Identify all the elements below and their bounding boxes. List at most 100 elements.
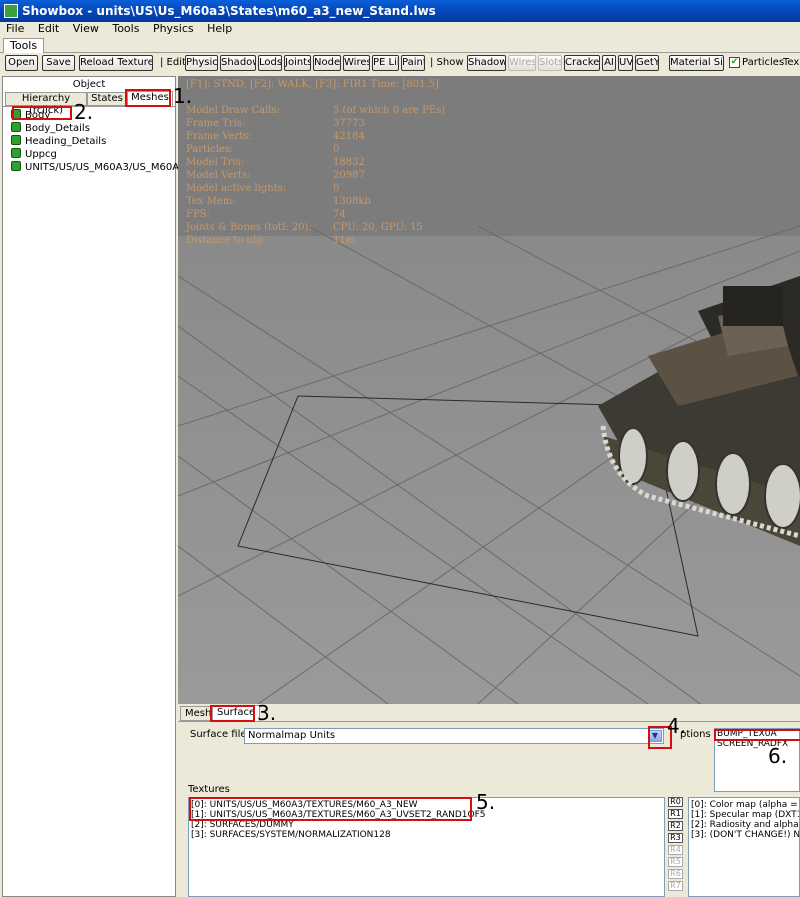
annotation-1: 1. xyxy=(173,84,193,108)
r4-button[interactable]: R4 xyxy=(668,845,683,855)
stat-label: FPS: xyxy=(186,209,210,220)
texture-description: [2]: Radiosity and alpha tes xyxy=(691,820,799,830)
surface-file-value: Normalmap Units xyxy=(248,730,336,741)
mesh-icon xyxy=(11,109,21,119)
ai-button[interactable]: AI xyxy=(602,55,616,71)
stat-value: 42184 xyxy=(333,131,365,142)
mesh-item-units-path[interactable]: UNITS/US/US_M60A3/US_M60A3_T xyxy=(11,161,197,174)
stat-label: Model active lights: xyxy=(186,183,287,194)
stat-label: Frame Verts: xyxy=(186,131,252,142)
toolbar: Open Save Reload Textures | Edit Physic s… xyxy=(0,53,800,73)
open-button[interactable]: Open xyxy=(5,55,38,71)
tab-mesh[interactable]: Mesh xyxy=(180,706,217,721)
mesh-label: UNITS/US/US_M60A3/US_M60A3_T xyxy=(25,162,197,173)
stat-label: Distance to obj: xyxy=(186,235,266,246)
texture-item[interactable]: [3]: SURFACES/SYSTEM/NORMALIZATION128 xyxy=(189,830,664,840)
annotation-2: 2. xyxy=(74,100,94,124)
mesh-item-uppcg[interactable]: Uppcg xyxy=(11,148,57,161)
texture-item[interactable]: [0]: UNITS/US/US_M60A3/TEXTURES/M60_A3_N… xyxy=(189,800,664,810)
stat-label: Model Tris: xyxy=(186,157,245,168)
shadows-button[interactable]: Shadows xyxy=(467,55,506,71)
pe-lib-button[interactable]: PE Lib xyxy=(372,55,399,71)
stat-value: 74 xyxy=(333,209,346,220)
stats-header: [F1]: STND, [F2]: WALK, [F3]: FIR1 Time:… xyxy=(186,79,439,90)
annotation-4: 4. xyxy=(667,714,687,738)
texture-item[interactable]: [2]: SURFACES/DUMMY xyxy=(189,820,664,830)
stat-value: 20987 xyxy=(333,170,365,181)
uv-button[interactable]: UV xyxy=(618,55,633,71)
3d-viewport[interactable]: [F1]: STND, [F2]: WALK, [F3]: FIR1 Time:… xyxy=(178,76,800,704)
stat-label: Joints & Bones (totl: 20): xyxy=(186,222,312,233)
menu-edit[interactable]: Edit xyxy=(38,22,59,35)
texture-description: [1]: Specular map (DXT1) xyxy=(691,810,800,820)
mesh-item-heading-details[interactable]: Heading_Details xyxy=(11,135,106,148)
stat-value: 0 xyxy=(333,144,340,155)
lods-button[interactable]: Lods xyxy=(258,55,282,71)
r1-button[interactable]: R1 xyxy=(668,809,683,819)
paint-button[interactable]: Paint xyxy=(401,55,425,71)
menu-help[interactable]: Help xyxy=(207,22,232,35)
r6-button[interactable]: R6 xyxy=(668,869,683,879)
reload-textures-button[interactable]: Reload Textures xyxy=(79,55,153,71)
r2-button[interactable]: R2 xyxy=(668,821,683,831)
physics-button[interactable]: Physics xyxy=(185,55,218,71)
tab-tools[interactable]: Tools xyxy=(3,38,45,53)
menu-file[interactable]: File xyxy=(6,22,24,35)
window-title: Showbox - units\US\Us_M60a3\States\m60_a… xyxy=(22,4,436,18)
tab-surface[interactable]: Surface xyxy=(212,705,261,721)
left-panel: Object Hierarchy (rclick) States Meshes … xyxy=(2,76,197,897)
stat-label: Tex Mem: xyxy=(186,196,236,207)
mesh-icon xyxy=(11,161,21,171)
stat-value: 0 xyxy=(333,183,340,194)
menu-physics[interactable]: Physics xyxy=(153,22,194,35)
slots-button[interactable]: Slots xyxy=(538,55,562,71)
app-icon xyxy=(4,4,18,18)
mesh-label: Body xyxy=(25,110,51,121)
r5-button[interactable]: R5 xyxy=(668,857,683,867)
stat-value: 1308kb xyxy=(333,196,371,207)
texture-item[interactable]: [1]: UNITS/US/US_M60A3/TEXTURES/M60_A3_U… xyxy=(189,810,664,820)
cracked-button[interactable]: Cracked xyxy=(564,55,600,71)
chevron-down-icon[interactable]: ▼ xyxy=(648,730,662,742)
stat-label: Model Draw Calls: xyxy=(186,105,280,116)
tab-meshes[interactable]: Meshes xyxy=(127,91,173,106)
object-label: Object xyxy=(72,79,106,90)
options-list[interactable]: BUMP_TEX0A SCREEN_RADFX xyxy=(714,728,800,792)
save-button[interactable]: Save xyxy=(42,55,75,71)
shadow-button[interactable]: Shadow xyxy=(220,55,256,71)
mesh-label: Heading_Details xyxy=(25,136,107,147)
surface-file-label: Surface file xyxy=(190,729,247,740)
r3-button[interactable]: R3 xyxy=(668,833,683,843)
mesh-icon xyxy=(11,135,21,145)
wires-button[interactable]: Wires xyxy=(343,55,370,71)
tab-row: Tools xyxy=(0,37,800,53)
stat-value: CPU: 20, GPU: 15 xyxy=(333,222,423,233)
mesh-item-body[interactable]: Body xyxy=(11,109,50,122)
annotation-3: 3. xyxy=(257,701,277,725)
stat-value: 5 (of which 0 are PEs) xyxy=(333,105,446,116)
tex-label: Tex xyxy=(783,57,800,68)
stat-value: 37773 xyxy=(333,118,365,129)
menu-view[interactable]: View xyxy=(73,22,99,35)
show-label: | Show xyxy=(430,57,464,68)
stat-label: Particles: xyxy=(186,144,234,155)
menu-tools[interactable]: Tools xyxy=(112,22,139,35)
material-sim-button[interactable]: Material Sim xyxy=(669,55,724,71)
particles-checkbox[interactable]: ✔ xyxy=(729,57,740,68)
textures-list[interactable]: [0]: UNITS/US/US_M60A3/TEXTURES/M60_A3_N… xyxy=(188,797,665,897)
annotation-5: 5. xyxy=(476,790,496,814)
stat-label: Frame Tris: xyxy=(186,118,246,129)
r0-button[interactable]: R0 xyxy=(668,797,683,807)
stat-value: 11m xyxy=(333,235,356,246)
option-item[interactable]: BUMP_TEX0A xyxy=(715,729,799,739)
wires-toggle-button[interactable]: Wires xyxy=(508,55,536,71)
surface-file-select[interactable]: Normalmap Units ▼ xyxy=(244,728,664,744)
r7-button[interactable]: R7 xyxy=(668,881,683,891)
texture-descriptions: [0]: Color map (alpha = bum [1]: Specula… xyxy=(688,797,800,897)
mesh-label: Uppcg xyxy=(25,149,57,160)
joints-button[interactable]: Joints xyxy=(284,55,311,71)
gety-button[interactable]: GetY xyxy=(635,55,659,71)
nodes-button[interactable]: Nodes xyxy=(313,55,341,71)
annotation-6: 6. xyxy=(768,744,788,768)
texture-description: [0]: Color map (alpha = bum xyxy=(691,800,799,810)
